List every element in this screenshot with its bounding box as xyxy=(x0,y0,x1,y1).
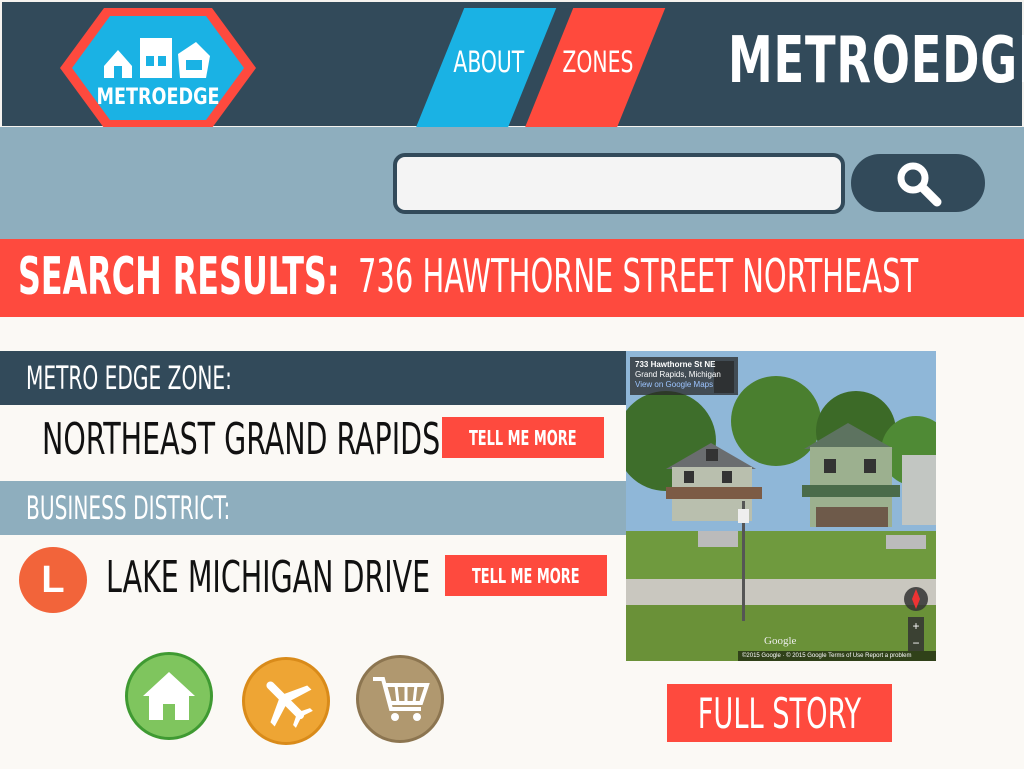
search-icon xyxy=(897,162,942,207)
search-button[interactable] xyxy=(848,151,988,215)
district-value: LAKE MICHIGAN DRIVE xyxy=(106,552,431,603)
category-home-button[interactable] xyxy=(125,652,213,740)
header: METROEDGE ABOUT ZONES METROEDGE xyxy=(0,0,1024,128)
photo-caption-subtitle: Grand Rapids, Michigan xyxy=(635,370,721,379)
results-address: 736 HAWTHORNE STREET NORTHEAST xyxy=(358,249,919,303)
district-tell-me-more-label: TELL ME MORE xyxy=(472,563,580,588)
google-watermark: Google xyxy=(764,635,797,647)
zone-tell-me-more-label: TELL ME MORE xyxy=(469,425,577,450)
district-header: BUSINESS DISTRICT: xyxy=(0,481,626,535)
zone-tell-me-more-button[interactable]: TELL ME MORE xyxy=(442,417,604,458)
zone-value: NORTHEAST GRAND RAPIDS xyxy=(42,414,441,465)
category-travel-button[interactable] xyxy=(242,657,330,745)
nav-about-label: ABOUT xyxy=(453,45,524,79)
zone-header: METRO EDGE ZONE: xyxy=(0,351,626,405)
street-view-image: + − xyxy=(626,351,936,661)
search-bar xyxy=(0,127,1024,239)
metroedge-logo[interactable]: METROEDGE xyxy=(58,6,258,130)
results-banner: SEARCH RESULTS: 736 HAWTHORNE STREET NOR… xyxy=(0,239,1024,317)
search-input[interactable] xyxy=(393,153,845,214)
full-story-button[interactable]: FULL STORY xyxy=(667,684,892,742)
district-label: BUSINESS DISTRICT: xyxy=(26,489,231,527)
shopping-cart-icon xyxy=(373,677,430,721)
home-icon xyxy=(143,672,195,720)
airplane-icon xyxy=(266,681,313,728)
view-on-google-maps-link[interactable]: View on Google Maps xyxy=(635,380,733,390)
photo-caption-title: 733 Hawthorne St NE xyxy=(635,360,716,369)
results-label: SEARCH RESULTS: xyxy=(18,247,340,307)
nav-zones-label: ZONES xyxy=(561,45,633,79)
district-tell-me-more-button[interactable]: TELL ME MORE xyxy=(445,555,607,596)
brand-title: METROEDGE xyxy=(728,24,1024,98)
full-story-label: FULL STORY xyxy=(697,688,862,738)
photo-footer: ©2015 Google · © 2015 Google Terms of Us… xyxy=(738,651,936,661)
svg-text:METROEDGE: METROEDGE xyxy=(96,84,219,109)
district-badge: L xyxy=(19,547,87,613)
street-view-photo[interactable]: + − 733 Hawthorne St NE Grand Rapids, Mi… xyxy=(626,351,936,661)
photo-caption: 733 Hawthorne St NE Grand Rapids, Michig… xyxy=(630,357,738,395)
category-shopping-button[interactable] xyxy=(356,655,444,743)
zone-label: METRO EDGE ZONE: xyxy=(26,359,232,397)
svg-text:−: − xyxy=(912,636,919,650)
svg-text:+: + xyxy=(912,619,919,633)
